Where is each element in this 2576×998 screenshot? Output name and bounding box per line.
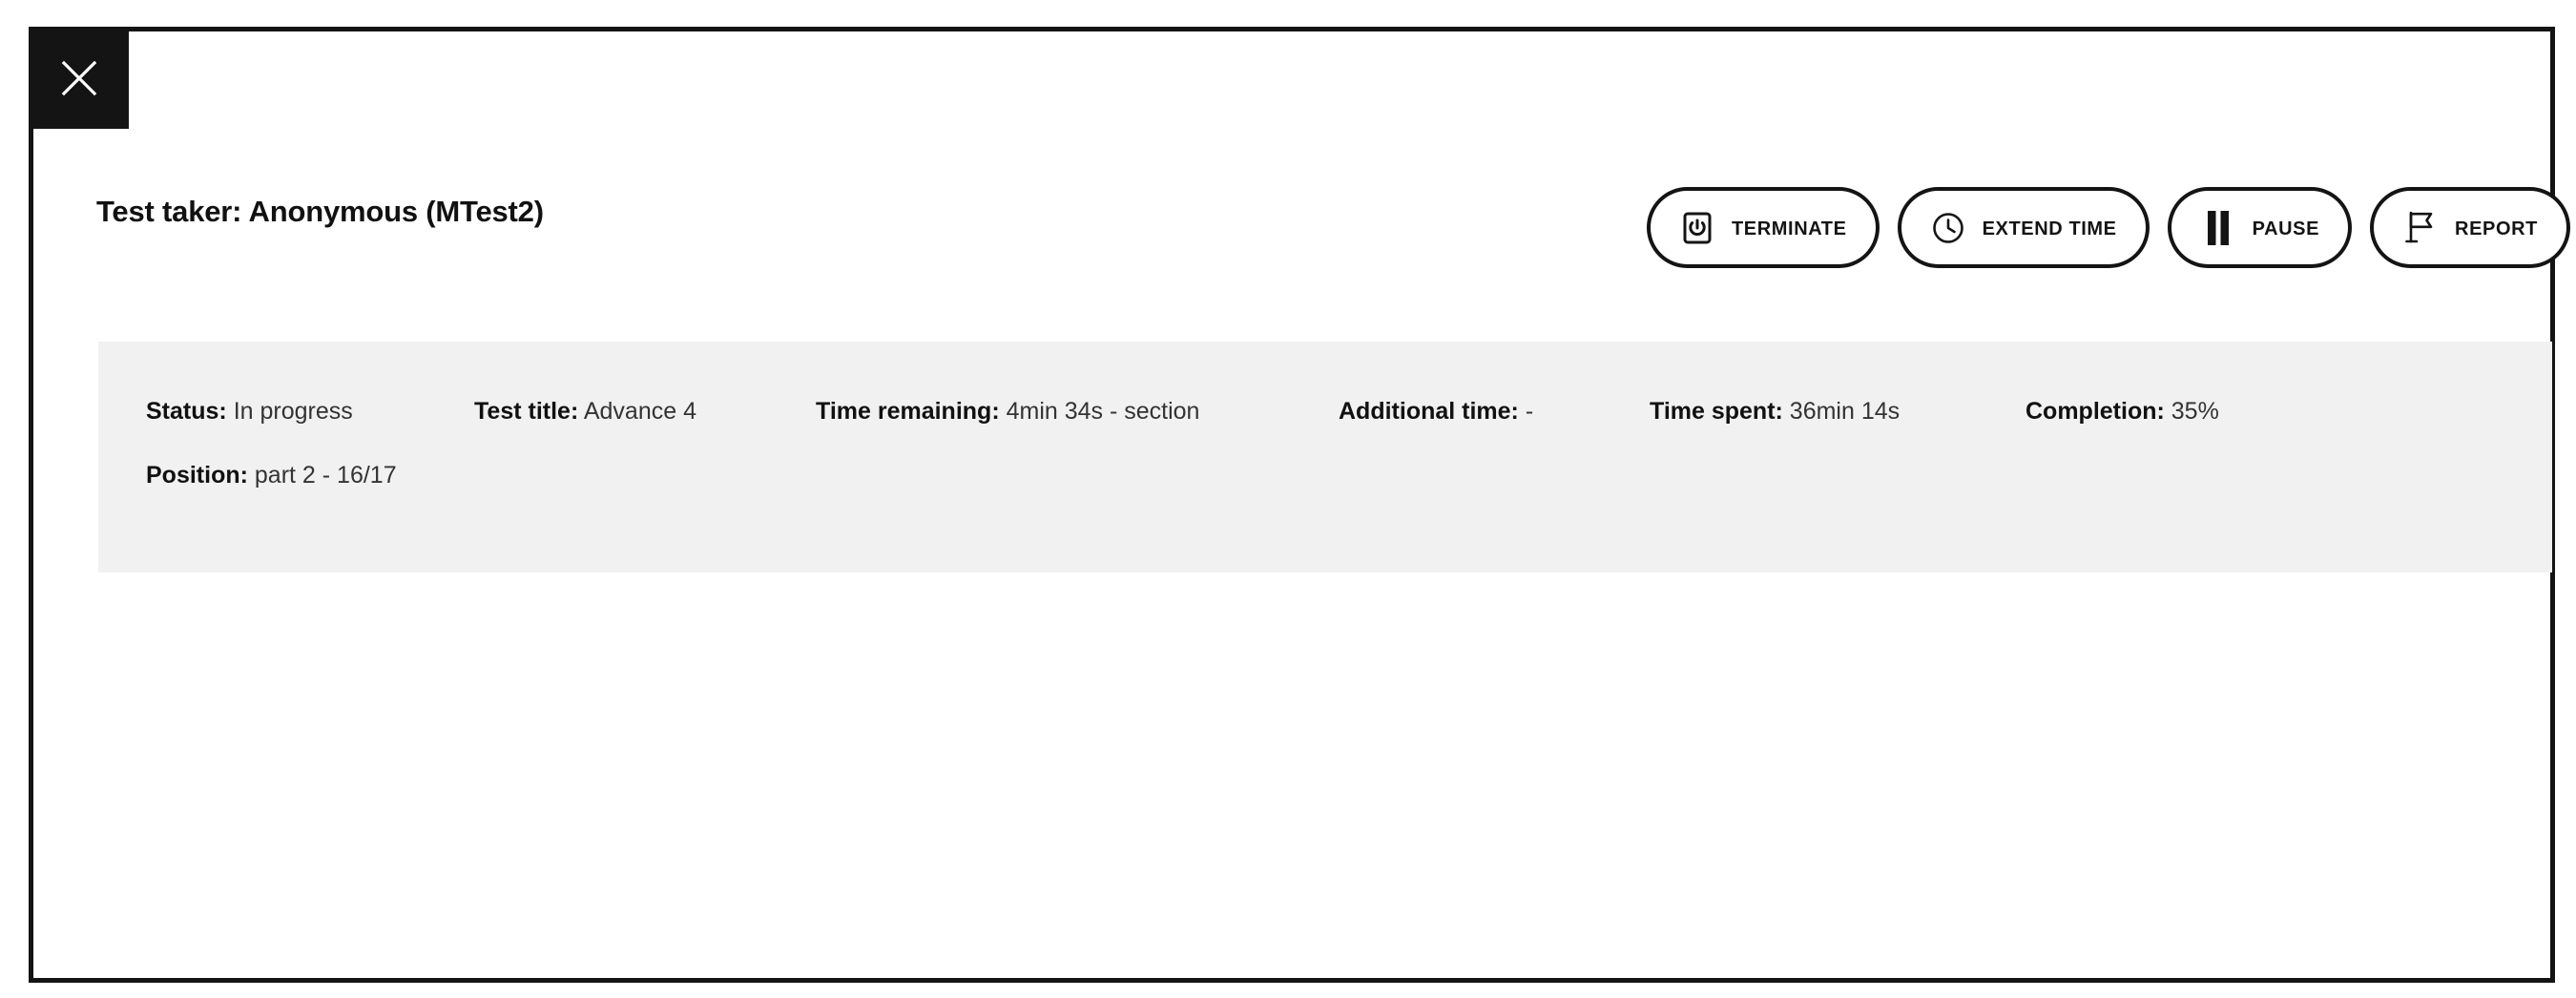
summary-field-time-spent: Time spent: 36min 14s bbox=[1650, 392, 1900, 430]
time-spent-label: Time spent: bbox=[1650, 398, 1783, 425]
additional-time-label: Additional time: bbox=[1339, 398, 1519, 425]
action-button-group: TERMINATE EXTEND TIME PAUSE REPORT bbox=[1646, 187, 2570, 268]
proctoring-panel: Test taker: Anonymous (MTest2) TERMINATE bbox=[29, 27, 2570, 983]
summary-field-time-remaining: Time remaining: 4min 34s - section bbox=[816, 392, 1199, 430]
page-title: Test taker: Anonymous (MTest2) bbox=[96, 195, 544, 228]
time-spent-value: 36min 14s bbox=[1789, 398, 1901, 425]
terminate-button[interactable]: TERMINATE bbox=[1646, 187, 1880, 268]
pause-icon bbox=[2200, 210, 2236, 246]
time-remaining-label: Time remaining: bbox=[816, 398, 1000, 425]
flag-icon bbox=[2402, 210, 2439, 246]
completion-value: 35% bbox=[2171, 398, 2219, 425]
test-title-value: Advance 4 bbox=[583, 398, 696, 425]
summary-field-position: Position: part 2 - 16/17 bbox=[146, 456, 397, 494]
summary-row-primary: Status: In progress Test title: Advance … bbox=[98, 392, 2552, 430]
report-button-label: REPORT bbox=[2455, 218, 2538, 239]
status-value: In progress bbox=[233, 398, 353, 425]
additional-time-value: - bbox=[1525, 398, 1534, 425]
extend-time-button[interactable]: EXTEND TIME bbox=[1897, 187, 2150, 268]
session-summary-panel: Status: In progress Test title: Advance … bbox=[98, 342, 2552, 572]
summary-field-status: Status: In progress bbox=[146, 392, 353, 430]
position-label: Position: bbox=[146, 462, 248, 489]
power-icon bbox=[1679, 210, 1715, 246]
extend-time-button-label: EXTEND TIME bbox=[1982, 218, 2117, 239]
close-icon bbox=[59, 58, 99, 98]
pause-button-label: PAUSE bbox=[2252, 218, 2320, 239]
summary-row-secondary: Position: part 2 - 16/17 bbox=[98, 456, 2552, 494]
clock-icon bbox=[1930, 210, 1966, 246]
panel-header: Test taker: Anonymous (MTest2) TERMINATE bbox=[68, 160, 2576, 280]
position-value: part 2 - 16/17 bbox=[254, 462, 397, 489]
status-label: Status: bbox=[146, 398, 227, 425]
summary-field-additional-time: Additional time: - bbox=[1339, 392, 1533, 430]
terminate-button-label: TERMINATE bbox=[1731, 218, 1847, 239]
report-button[interactable]: REPORT bbox=[2370, 187, 2570, 268]
summary-field-completion: Completion: 35% bbox=[2025, 392, 2219, 430]
pause-button[interactable]: PAUSE bbox=[2167, 187, 2353, 268]
completion-label: Completion: bbox=[2025, 398, 2165, 425]
close-button[interactable] bbox=[29, 27, 129, 129]
panel-content-area bbox=[68, 578, 2545, 973]
test-title-label: Test title: bbox=[474, 398, 579, 425]
time-remaining-value: 4min 34s - section bbox=[1006, 398, 1200, 425]
summary-field-test-title: Test title: Advance 4 bbox=[474, 392, 696, 430]
